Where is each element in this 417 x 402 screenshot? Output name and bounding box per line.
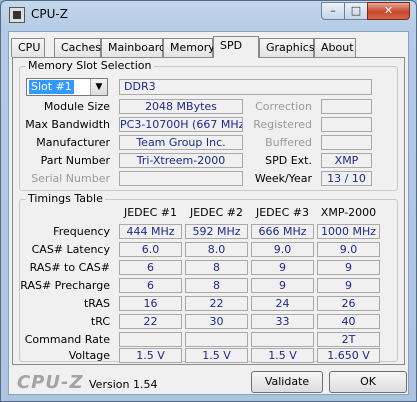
timings-row-label: Command Rate [24,333,110,346]
timings-cell: 8.0 [185,242,248,257]
tab-memory[interactable]: Memory [163,38,215,57]
timings-cell: 1.5 V [119,348,182,363]
timings-col-header: XMP-2000 [320,206,377,219]
window-title: CPU-Z [31,7,68,21]
timings-row-label: Frequency [53,225,110,238]
spd-ext-value: XMP [321,153,372,168]
cpuz-window: CPU-Z – □ ✕ CPU Caches Mainboard Memory … [0,0,417,402]
timings-cell: 22 [119,314,182,329]
timings-group: Timings Table JEDEC #1 JEDEC #2 JEDEC #3… [19,192,398,363]
minimize-button[interactable]: – [321,2,345,20]
timings-cell: 6.0 [119,242,182,257]
week-year-label: Week/Year [254,172,312,185]
timings-cell: 1.5 V [185,348,248,363]
timings-cell: 666 MHz [251,224,314,239]
chevron-down-icon[interactable]: ▼ [90,79,107,95]
timings-cell: 40 [317,314,380,329]
tab-caches[interactable]: Caches [54,38,101,57]
timings-row-label: tRAS [83,297,110,310]
tab-spd[interactable]: SPD [213,36,259,58]
slot-select-value: Slot #1 [29,80,74,94]
timings-cell: 9 [251,260,314,275]
correction-label: Correction [255,100,312,113]
tab-mainboard[interactable]: Mainboard [101,38,166,57]
timings-cell: 592 MHz [185,224,248,239]
timings-cell: 8 [185,260,248,275]
timings-cell: 16 [119,296,182,311]
memory-slot-title: Memory Slot Selection [26,59,154,72]
timings-cell [251,332,314,347]
ok-button[interactable]: OK [329,371,407,393]
tab-about[interactable]: About [314,38,356,57]
title-bar[interactable]: CPU-Z – □ ✕ [1,1,416,29]
timings-cell: 9 [251,278,314,293]
timings-cell: 1000 MHz [317,224,380,239]
correction-value [321,99,372,114]
cpuz-logo: CPU-Z [17,372,84,393]
timings-title: Timings Table [26,192,105,205]
tab-cpu[interactable]: CPU [11,38,45,57]
timings-col-header: JEDEC #3 [255,206,309,219]
slot-select[interactable]: Slot #1 ▼ [26,78,108,96]
timings-cell: 9 [317,278,380,293]
timings-cell: 30 [185,314,248,329]
timings-row-label: RAS# to CAS# [29,261,110,274]
maximize-button[interactable]: □ [344,2,368,20]
part-number-label: Part Number [40,154,110,167]
timings-cell: 6 [119,278,182,293]
timings-cell: 9 [317,260,380,275]
timings-cell [119,332,182,347]
timings-cell: 8 [185,278,248,293]
timings-cell: 26 [317,296,380,311]
timings-cell: 444 MHz [119,224,182,239]
memory-type-value: DDR3 [119,79,372,95]
manufacturer-label: Manufacturer [36,136,110,149]
version-text: Version 1.54 [89,378,158,391]
max-bandwidth-value: PC3-10700H (667 MHz) [119,117,243,132]
timings-cell: 9.0 [251,242,314,257]
registered-label: Registered [253,118,312,131]
timings-cell: 9.0 [317,242,380,257]
serial-number-value [119,171,243,186]
part-number-value: Tri-Xtreem-2000 [119,153,243,168]
memory-slot-group: Memory Slot Selection Slot #1 ▼ DDR3 Mod… [19,59,398,191]
max-bandwidth-label: Max Bandwidth [25,118,110,131]
timings-cell: 24 [251,296,314,311]
timings-row-label: CAS# Latency [31,243,110,256]
timings-col-header: JEDEC #1 [123,206,177,219]
timings-row-label: RAS# Precharge [20,279,110,292]
tab-graphics[interactable]: Graphics [259,38,315,57]
module-size-value: 2048 MBytes [119,99,243,114]
close-button[interactable]: ✕ [367,2,410,20]
validate-button[interactable]: Validate [251,371,323,393]
timings-row-label: tRC [90,315,110,328]
buffered-label: Buffered [265,136,312,149]
timings-cell: 2T [317,332,380,347]
timings-cell: 22 [185,296,248,311]
timings-cell: 1.650 V [317,348,380,363]
timings-row-label: Voltage [68,349,110,362]
timings-col-header: JEDEC #2 [189,206,243,219]
spd-panel: Memory Slot Selection Slot #1 ▼ DDR3 Mod… [12,57,405,365]
cpuz-app-icon [9,7,25,23]
module-size-label: Module Size [43,100,110,113]
manufacturer-value: Team Group Inc. [119,135,243,150]
spd-ext-label: SPD Ext. [265,154,312,167]
timings-cell: 1.5 V [251,348,314,363]
timings-cell: 6 [119,260,182,275]
serial-number-label: Serial Number [31,172,110,185]
buffered-value [321,135,372,150]
registered-value [321,117,372,132]
timings-cell: 33 [251,314,314,329]
timings-cell [185,332,248,347]
week-year-value: 13 / 10 [321,171,372,186]
